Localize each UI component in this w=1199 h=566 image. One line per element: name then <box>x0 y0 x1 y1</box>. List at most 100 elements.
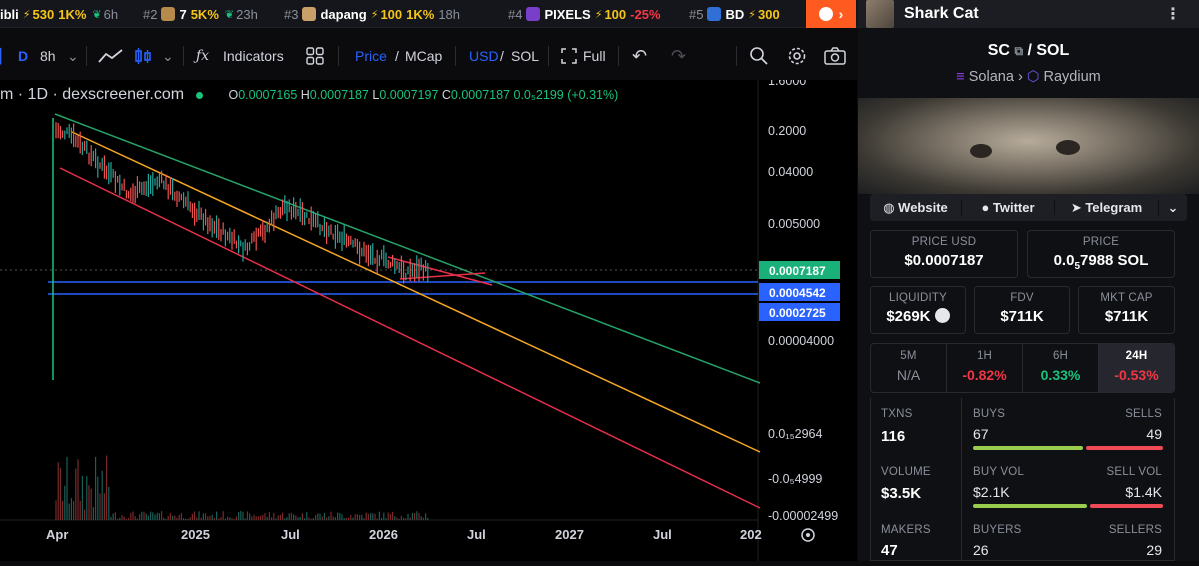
ticker-name: 7 <box>179 6 187 22</box>
tab-6h[interactable]: 6H 0.33% <box>1023 344 1099 392</box>
price-tick-label: 0.0₁₅2964 <box>768 427 822 441</box>
tab-6h-value: 0.33% <box>1040 367 1081 383</box>
price-usd-value: $0.0007187 <box>904 252 984 269</box>
ticker-age: 18h <box>438 6 461 22</box>
tab-24h[interactable]: 24H -0.53% <box>1099 344 1174 392</box>
sellvol-label: SELL VOL <box>1106 466 1162 478</box>
interval-8h[interactable]: 8h <box>40 38 56 74</box>
trendline-green <box>54 113 761 384</box>
trending-fire-button[interactable]: › <box>806 0 856 28</box>
token-name: Shark Cat <box>904 5 979 22</box>
website-button[interactable]: ◍ Website <box>870 199 962 216</box>
sprout-icon: ❦ <box>224 8 235 21</box>
sellvol-value: $1.4K <box>1125 484 1162 500</box>
tab-24h-label: 24H <box>1125 350 1148 362</box>
price-usd-card: PRICE USD $0.0007187 <box>870 230 1018 278</box>
camera-icon[interactable] <box>824 38 846 74</box>
ticker-name: dapang <box>320 6 367 22</box>
redo-icon[interactable]: ↷ <box>671 38 686 74</box>
tab-5m[interactable]: 5M N/A <box>871 344 947 392</box>
chevron-down-icon[interactable]: ⌄ <box>67 38 79 74</box>
time-tick-label: Jul <box>467 527 486 542</box>
sol-toggle[interactable]: SOL <box>511 38 539 74</box>
token-avatar <box>866 0 894 28</box>
price-toggle[interactable]: Price <box>355 38 387 74</box>
lock-icon <box>934 308 950 323</box>
txns-value: 116 <box>881 428 906 445</box>
website-label: Website <box>898 199 948 215</box>
chevron-down-icon[interactable]: ⌄ <box>1159 200 1187 216</box>
usd-toggle[interactable]: USD <box>469 38 499 74</box>
tab-1h[interactable]: 1H -0.82% <box>947 344 1023 392</box>
price-tick-label: 0.00004000 <box>768 334 834 348</box>
buyvol-sellvol-bar <box>973 504 1163 508</box>
token-icon <box>302 7 317 21</box>
clock-icon[interactable] <box>801 528 815 542</box>
price-sol-label: PRICE <box>1082 236 1120 248</box>
price-tick-label: 0.04000 <box>768 165 813 179</box>
chevron-down-icon[interactable]: ⌄ <box>162 38 174 74</box>
interval-d[interactable]: D <box>18 38 28 74</box>
sells-label: SELLS <box>1125 408 1162 420</box>
ticker-item-1[interactable]: ibli ⚡ 530 1K% ❦ 6h <box>0 0 118 28</box>
sells-bar <box>1085 446 1163 450</box>
ticker-rank: #4 <box>508 6 523 22</box>
tab-1h-value: -0.82% <box>962 367 1007 383</box>
mcap-card: MKT CAP $711K <box>1078 286 1175 334</box>
undo-icon[interactable]: ↶ <box>632 38 647 74</box>
twitter-button[interactable]: ● Twitter <box>962 200 1055 215</box>
zoom-icon[interactable] <box>749 38 769 74</box>
price-tick-label: 0.005000 <box>768 217 820 231</box>
sells-value: 49 <box>1146 426 1162 442</box>
ticker-boost: 530 <box>32 6 55 22</box>
price-tick-label: 1.6000 <box>768 80 806 88</box>
token-info-panel: SC ⧉ / SOL ≡ Solana › ⬡ Raydium ◍ Websit… <box>858 28 1199 561</box>
ticker-item-5[interactable]: #5 BD ⚡ 300 <box>689 0 784 28</box>
templates-icon[interactable] <box>306 38 324 74</box>
buyvol-label: BUY VOL <box>973 466 1025 478</box>
boost-icon: ⚡ <box>22 8 31 21</box>
user-icon: ● <box>981 200 993 215</box>
trendline-red <box>59 167 761 509</box>
ruler-icon[interactable]: ▏ <box>0 38 11 74</box>
chart-legend: m · 1D · dexscreener.com <box>0 86 185 103</box>
time-tick-label: 2027 <box>555 527 584 542</box>
ticker-name: ibli <box>0 6 19 22</box>
ticker-rank: #3 <box>284 6 299 22</box>
chevron-right-icon: › <box>1017 69 1027 85</box>
mcap-toggle[interactable]: MCap <box>405 38 442 74</box>
ohlc-low: 0.0007197 <box>379 88 439 102</box>
chain-name[interactable]: Solana <box>969 69 1014 85</box>
chart-toolbar: ▏ D 8h ⌄ ⌄ ƒx Indicators Price / MCap US… <box>0 38 857 74</box>
last-price-label: 0.0007187 <box>769 264 826 278</box>
price-chart[interactable]: 1.6000 0.2000 0.04000 0.005000 0.00004000 0.0… <box>0 74 857 561</box>
chart-canvas[interactable]: 1.6000 0.2000 0.04000 0.005000 0.00004000 0.0… <box>0 74 857 561</box>
token-icon <box>707 7 722 21</box>
fullscreen-button[interactable]: Full <box>583 38 606 74</box>
globe-icon: ◍ <box>883 199 899 215</box>
fdv-label: FDV <box>1010 292 1034 304</box>
level-label-1: 0.0004542 <box>769 286 826 300</box>
price-tick-label: 0.2000 <box>768 124 806 138</box>
copy-icon[interactable]: ⧉ <box>1014 44 1023 58</box>
time-tick-label: Jul <box>281 527 300 542</box>
telegram-button[interactable]: ➤ Telegram <box>1055 199 1159 216</box>
indicators-button[interactable]: Indicators <box>223 38 284 74</box>
ticker-name: PIXELS <box>544 6 591 22</box>
dex-name[interactable]: Raydium <box>1044 69 1101 85</box>
boost-icon: ⚡ <box>370 8 379 21</box>
candles-icon[interactable] <box>133 38 153 74</box>
ticker-item-3[interactable]: #3 dapang ⚡ 100 1K% 18h <box>284 0 460 28</box>
line-chart-icon[interactable] <box>98 38 124 74</box>
fullscreen-icon[interactable] <box>561 38 577 74</box>
more-options-icon[interactable]: ⋮ <box>1165 4 1181 24</box>
indicators-icon[interactable]: ƒx <box>196 38 209 74</box>
txns-label: TXNS <box>881 408 913 420</box>
makers-value: 47 <box>881 542 898 559</box>
gear-icon[interactable] <box>787 38 807 74</box>
ticker-item-4[interactable]: #4 PIXELS ⚡ 100 -25% <box>508 0 665 28</box>
time-tick-label: Jul <box>653 527 672 542</box>
liquidity-label: LIQUIDITY <box>888 292 948 304</box>
ticker-item-2[interactable]: #2 7 5K% ❦ 23h <box>143 0 258 28</box>
token-banner-image <box>858 98 1199 194</box>
